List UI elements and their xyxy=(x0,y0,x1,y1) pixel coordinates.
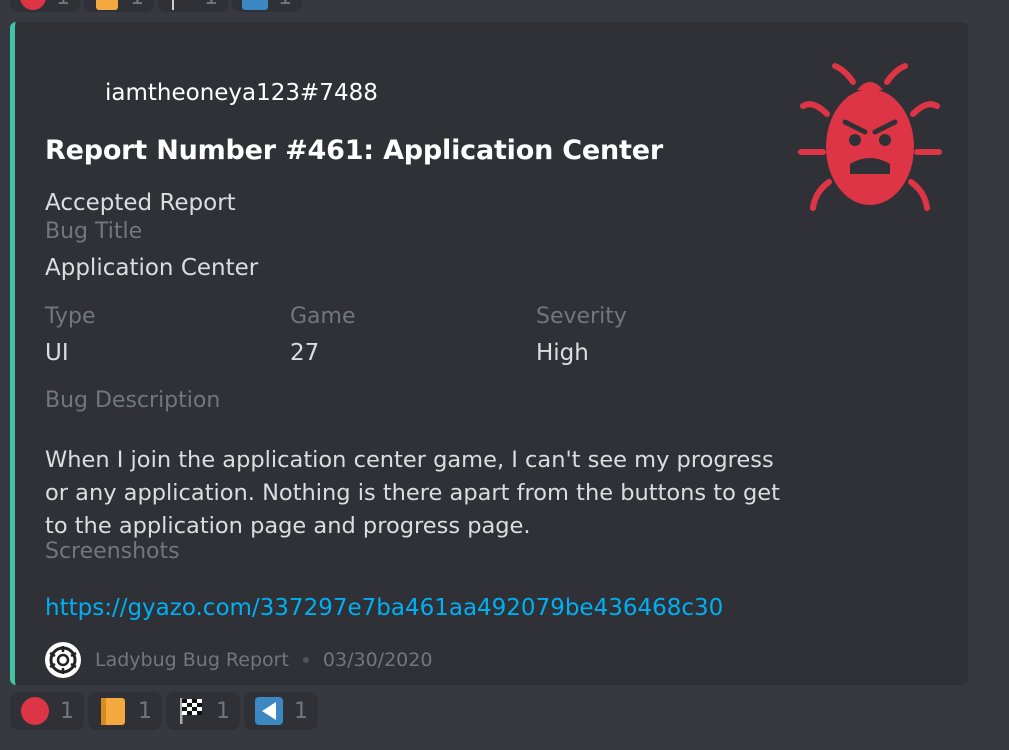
red-circle-icon xyxy=(20,0,46,10)
reaction-count: 1 xyxy=(130,0,144,10)
field-name-type: Type xyxy=(45,304,96,329)
field-value-bug-description: When I join the application center game,… xyxy=(45,447,780,539)
reaction-book[interactable]: 1 xyxy=(88,692,162,730)
reaction-book-top[interactable]: 1 xyxy=(84,0,154,12)
reaction-count: 1 xyxy=(204,0,218,10)
embed-title: Report Number #461: Application Center xyxy=(45,135,663,166)
field-value-type: UI xyxy=(45,340,69,366)
angry-bug-icon xyxy=(798,63,942,211)
field-name-severity: Severity xyxy=(536,304,627,329)
embed-author[interactable]: iamtheoneya123#7488 xyxy=(105,80,378,106)
reaction-count: 1 xyxy=(60,698,74,724)
field-value-severity: High xyxy=(536,340,589,366)
reaction-flag[interactable]: 1 xyxy=(166,692,240,730)
scp-logo-icon xyxy=(45,642,81,678)
orange-book-icon xyxy=(101,698,125,725)
field-name-bug-title: Bug Title xyxy=(45,219,143,244)
reaction-bar: 1 1 1 1 xyxy=(10,692,318,730)
reaction-arrow-top[interactable]: 1 xyxy=(232,0,302,12)
field-value-bug-title: Application Center xyxy=(45,255,259,281)
footer-separator xyxy=(302,657,309,663)
reaction-flag-top[interactable]: 1 xyxy=(158,0,228,12)
orange-book-icon xyxy=(96,0,118,10)
reaction-count: 1 xyxy=(216,698,230,724)
checkered-flag-icon xyxy=(180,698,202,724)
reaction-count: 1 xyxy=(278,0,292,10)
reaction-arrow-left[interactable]: 1 xyxy=(244,692,318,730)
reaction-count: 1 xyxy=(294,698,308,724)
field-name-screenshots: Screenshots xyxy=(45,539,180,564)
field-name-bug-description: Bug Description xyxy=(45,388,221,413)
embed-description: Accepted Report xyxy=(45,190,236,216)
footer-text: Ladybug Bug Report xyxy=(95,649,289,671)
reaction-count: 1 xyxy=(56,0,70,10)
arrow-left-icon xyxy=(242,0,268,10)
field-value-game: 27 xyxy=(290,340,320,366)
checkered-flag-icon xyxy=(172,0,174,10)
red-circle-icon xyxy=(21,697,49,725)
reaction-count: 1 xyxy=(138,698,152,724)
bug-report-embed: iamtheoneya123#7488 Report Number #461: … xyxy=(10,22,968,685)
reaction-red-circle-top[interactable]: 1 xyxy=(10,0,80,12)
top-reaction-bar: 1 1 1 1 xyxy=(10,0,302,12)
arrow-left-icon xyxy=(255,697,283,725)
field-name-game: Game xyxy=(290,304,356,329)
embed-footer: Ladybug Bug Report 03/30/2020 xyxy=(45,642,432,678)
screenshot-link[interactable]: https://gyazo.com/337297e7ba461aa492079b… xyxy=(45,595,723,621)
footer-date: 03/30/2020 xyxy=(322,649,433,671)
reaction-red-circle[interactable]: 1 xyxy=(10,692,84,730)
